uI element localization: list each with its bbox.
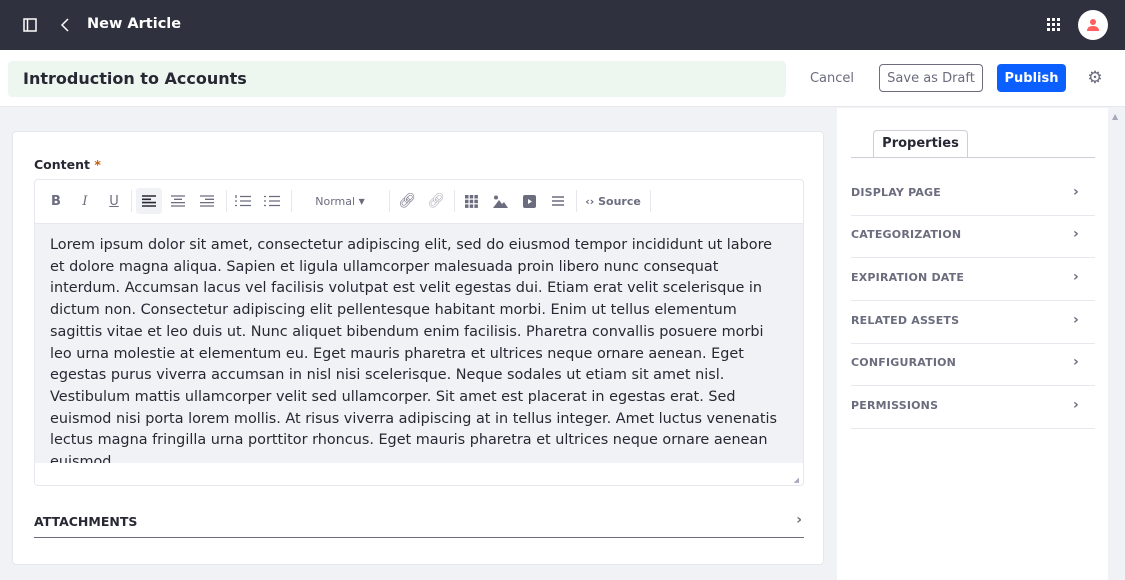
save-as-draft-button[interactable]: Save as Draft (879, 64, 983, 92)
article-header: Introduction to Accounts Cancel Save as … (0, 50, 1125, 107)
panel-item-categorization[interactable]: CATEGORIZATION › (851, 215, 1095, 258)
editor-toolbar: B I U Normal ▼ 🔗︎ 🔗︎ ‹› Source (35, 180, 803, 224)
unlink-icon[interactable]: 🔗︎ (423, 188, 449, 214)
chevron-right-icon: › (1073, 397, 1079, 413)
tab-properties[interactable]: Properties (873, 130, 968, 158)
panel-item-display-page[interactable]: DISPLAY PAGE › (851, 173, 1095, 216)
source-button[interactable]: ‹› Source (583, 188, 643, 214)
numbered-list-icon[interactable] (230, 188, 256, 214)
editor-footer: ◢ (35, 463, 803, 485)
panel-item-permissions[interactable]: PERMISSIONS › (851, 386, 1095, 429)
bold-icon[interactable]: B (43, 188, 69, 214)
chevron-right-icon: › (1073, 184, 1079, 200)
image-icon[interactable] (487, 188, 513, 214)
chevron-right-icon: › (1073, 226, 1079, 242)
editor-content[interactable]: Lorem ipsum dolor sit amet, consectetur … (35, 224, 803, 470)
title-input[interactable]: Introduction to Accounts (8, 61, 786, 97)
apps-grid-icon[interactable] (1046, 17, 1062, 33)
attachments-section[interactable]: ATTACHMENTS › (34, 512, 804, 538)
format-select[interactable]: Normal ▼ (305, 188, 375, 214)
chevron-right-icon: › (796, 512, 802, 528)
publish-button[interactable]: Publish (997, 64, 1066, 92)
user-avatar-icon[interactable] (1078, 10, 1108, 40)
chevron-right-icon: › (1073, 354, 1079, 370)
horizontal-rule-icon[interactable] (545, 188, 571, 214)
align-left-icon[interactable] (136, 188, 162, 214)
video-icon[interactable] (516, 188, 542, 214)
page-title: New Article (87, 16, 182, 32)
align-right-icon[interactable] (194, 188, 220, 214)
underline-icon[interactable]: U (101, 188, 127, 214)
content-card: Content * B I U Normal ▼ 🔗︎ 🔗︎ ‹› Source (12, 131, 824, 565)
link-icon[interactable]: 🔗︎ (394, 188, 420, 214)
scroll-up-icon[interactable]: ▲ (1112, 112, 1118, 121)
chevron-right-icon: › (1073, 312, 1079, 328)
scrollbar[interactable]: ▲ (1108, 108, 1125, 580)
back-chevron-icon[interactable] (58, 17, 72, 33)
chevron-right-icon: › (1073, 269, 1079, 285)
cancel-button[interactable]: Cancel (806, 64, 858, 92)
panel-item-related-assets[interactable]: RELATED ASSETS › (851, 301, 1095, 344)
italic-icon[interactable]: I (72, 188, 98, 214)
properties-panel: Properties DISPLAY PAGE › CATEGORIZATION ›… (837, 108, 1108, 580)
table-icon[interactable] (458, 188, 484, 214)
sidebar-toggle-icon[interactable] (22, 17, 38, 33)
top-bar: New Article (0, 0, 1125, 50)
resize-handle-icon[interactable]: ◢ (794, 476, 799, 484)
bulleted-list-icon[interactable] (259, 188, 285, 214)
panel-item-configuration[interactable]: CONFIGURATION › (851, 343, 1095, 386)
panel-item-expiration-date[interactable]: EXPIRATION DATE › (851, 258, 1095, 301)
align-center-icon[interactable] (165, 188, 191, 214)
rich-text-editor: B I U Normal ▼ 🔗︎ 🔗︎ ‹› Source Lorem ips… (34, 179, 804, 486)
gear-icon[interactable]: ⚙ (1087, 68, 1103, 88)
content-label: Content * (34, 157, 101, 172)
